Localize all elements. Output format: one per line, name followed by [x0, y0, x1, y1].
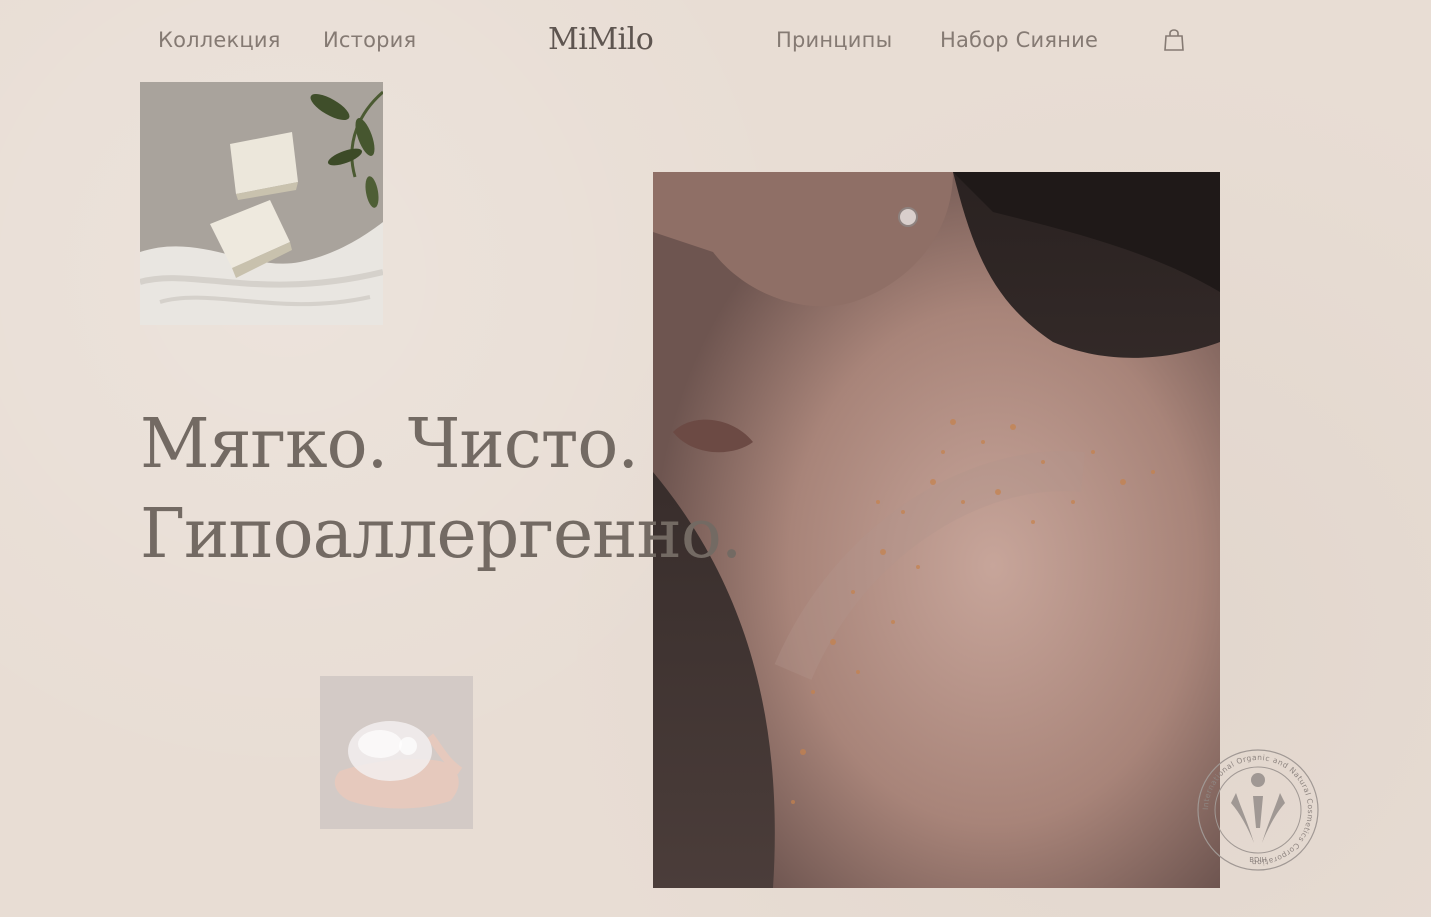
brand-logo[interactable]: MiMilo	[548, 22, 654, 57]
nav-link-principles[interactable]: Принципы	[776, 28, 892, 52]
soap-bars-photo	[140, 82, 383, 325]
nav-link-collection[interactable]: Коллекция	[158, 28, 281, 52]
hero-headline: Мягко. Чисто. Гипоаллергенно.	[140, 400, 742, 580]
hero-line-1: Мягко. Чисто.	[140, 405, 639, 484]
nav-link-glow-set[interactable]: Набор Сияние	[940, 28, 1098, 52]
bdih-certification-badge: International Organic and Natural Cosmet…	[1196, 748, 1320, 872]
hero-line-2: Гипоаллергенно.	[140, 495, 742, 574]
shopping-bag-icon[interactable]	[1162, 28, 1186, 52]
hand-with-foam-photo	[320, 676, 473, 829]
badge-code: BDIH	[1249, 856, 1267, 864]
nav-link-history[interactable]: История	[323, 28, 416, 52]
